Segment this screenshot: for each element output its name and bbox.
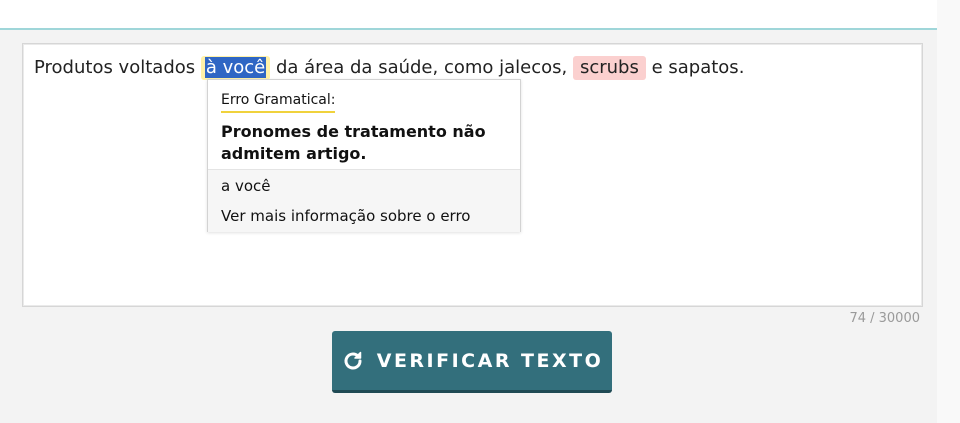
error-type-label: Erro Gramatical: <box>221 91 336 113</box>
popup-actions: a você Ver mais informação sobre o erro <box>208 169 520 232</box>
header-area <box>0 0 937 28</box>
editor-content[interactable]: Produtos voltados à você da área da saúd… <box>34 56 744 80</box>
error-message: Pronomes de tratamento não admitem artig… <box>221 122 486 163</box>
text-segment: da área da saúde, como jalecos, <box>270 57 573 78</box>
verify-button-label: VERIFICAR TEXTO <box>376 349 604 372</box>
text-segment: e sapatos. <box>645 57 745 78</box>
error-popup: Erro Gramatical: Pronomes de tratamento … <box>207 79 521 232</box>
verify-text-button[interactable]: VERIFICAR TEXTO <box>332 331 612 393</box>
page: Produtos voltados à você da área da saúd… <box>0 0 960 423</box>
header-divider <box>0 28 937 30</box>
character-counter: 74 / 30000 <box>849 311 920 326</box>
scrollbar-track[interactable] <box>937 0 960 423</box>
more-info-link[interactable]: Ver mais informação sobre o erro <box>221 206 470 226</box>
refresh-icon <box>344 351 362 369</box>
selected-text[interactable]: à você <box>204 57 267 78</box>
text-segment: Produtos voltados <box>34 57 201 78</box>
spelling-error-highlight[interactable]: scrubs <box>572 56 646 80</box>
grammar-error-highlight[interactable]: à você <box>200 56 271 80</box>
suggestion-item[interactable]: a você <box>221 176 271 196</box>
